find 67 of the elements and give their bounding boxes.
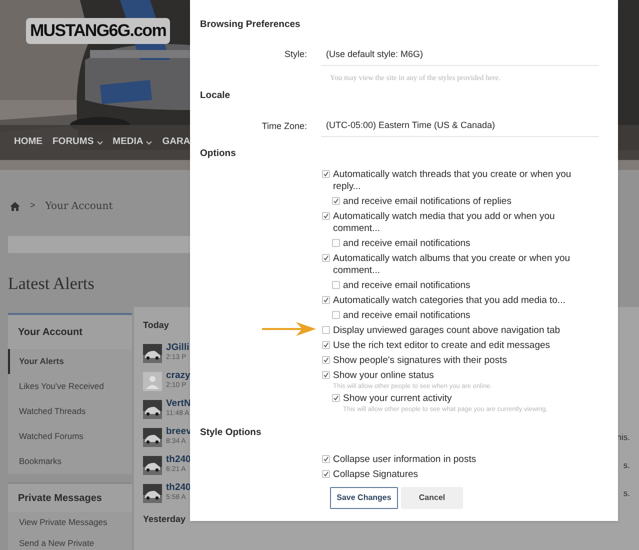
checkbox[interactable]	[322, 455, 330, 464]
sidebar-item[interactable]: Likes You've Received	[8, 374, 132, 399]
option-label: Automatically watch categories that you add media to...	[333, 294, 566, 307]
button[interactable]: Save Changes	[330, 487, 398, 510]
option-label: Use the rich text editor to create and edit messages	[333, 340, 552, 352]
checkbox[interactable]	[322, 212, 330, 220]
breadcrumb-separator: >	[30, 199, 36, 212]
option-label: and receive email notifications of replies	[343, 196, 512, 208]
option-label: and receive email notifications	[343, 280, 472, 292]
option-label: Display unviewed garages count above navigation tab	[333, 324, 562, 337]
section-heading: Locale	[200, 89, 232, 104]
checkbox[interactable]	[322, 356, 330, 364]
page-title: Latest Alerts	[8, 273, 94, 295]
sidebar-item[interactable]: Watched Threads	[8, 399, 132, 424]
sidebar-item[interactable]: View Private Messages	[8, 512, 132, 533]
avatar-icon	[143, 372, 162, 390]
option-label: Show your online status	[333, 370, 435, 382]
alert-text: s.	[623, 458, 630, 472]
breadcrumb-link[interactable]: Your Account	[45, 198, 113, 214]
field-label: Time Zone:	[260, 120, 308, 132]
group-heading: Yesterday	[143, 513, 186, 526]
checkbox[interactable]	[332, 197, 340, 206]
sidebar-heading: Private Messages	[17, 492, 103, 506]
select-field[interactable]: (Use default style: M6G)	[321, 44, 599, 66]
chevron-down-icon	[96, 140, 103, 144]
field-label: Style:	[283, 48, 308, 62]
option-label: and receive email notifications	[343, 238, 472, 250]
option-label: Automatically watch threads that you create or when you reply...	[333, 168, 572, 193]
group-heading: Today	[143, 319, 169, 332]
user-link[interactable]: th240	[166, 455, 191, 465]
sidebar-item[interactable]: Watched Forums	[8, 424, 132, 449]
user-link[interactable]: breev	[166, 427, 192, 437]
select-field[interactable]: (UTC-05:00) Eastern Time (US & Canada)	[321, 115, 599, 138]
option-label: Show your current activity	[343, 392, 453, 405]
checkbox[interactable]	[332, 394, 340, 402]
option-label: Collapse user information in posts	[333, 454, 478, 466]
user-link[interactable]: th240	[166, 483, 191, 493]
nav-link[interactable]: MEDIA	[112, 135, 152, 150]
checkbox[interactable]	[322, 470, 330, 478]
site-logo[interactable]: MUSTANG6G.com	[26, 18, 170, 44]
user-link[interactable]: VertN	[166, 399, 191, 409]
section-heading: Options	[200, 147, 237, 162]
nav-link[interactable]: FORUMS	[52, 135, 103, 150]
section-heading: Style Options	[200, 426, 262, 440]
option-label: Automatically watch media that you add or when you comment...	[333, 210, 556, 235]
option-label: and receive email notifications	[343, 310, 472, 322]
chevron-down-icon	[146, 140, 152, 144]
user-link[interactable]: JGilli	[166, 343, 190, 353]
sidebar-item[interactable]: Send a New Private	[8, 533, 132, 550]
sidebar-heading: Your Account	[17, 326, 84, 340]
option-label: Collapse Signatures	[333, 468, 420, 481]
nav-link[interactable]: GARA	[162, 135, 190, 150]
sidebar-item[interactable]: Your Alerts	[8, 349, 132, 374]
alert-text: s.	[623, 486, 630, 500]
checkbox[interactable]	[322, 296, 330, 304]
checkbox[interactable]	[322, 254, 330, 262]
sidebar-item[interactable]: Bookmarks	[8, 449, 132, 474]
user-link[interactable]: crazy	[166, 371, 190, 381]
nav-link[interactable]: HOME	[14, 135, 42, 150]
button[interactable]: Cancel	[401, 487, 463, 510]
checkbox[interactable]	[322, 371, 330, 380]
section-heading: Browsing Preferences	[200, 18, 302, 32]
checkbox[interactable]	[322, 170, 330, 178]
checkbox[interactable]	[322, 341, 330, 350]
option-label: Automatically watch albums that you create or when you comment...	[333, 252, 572, 277]
option-label: Show people's signatures with their posts	[333, 354, 508, 367]
home-icon[interactable]	[10, 202, 20, 210]
